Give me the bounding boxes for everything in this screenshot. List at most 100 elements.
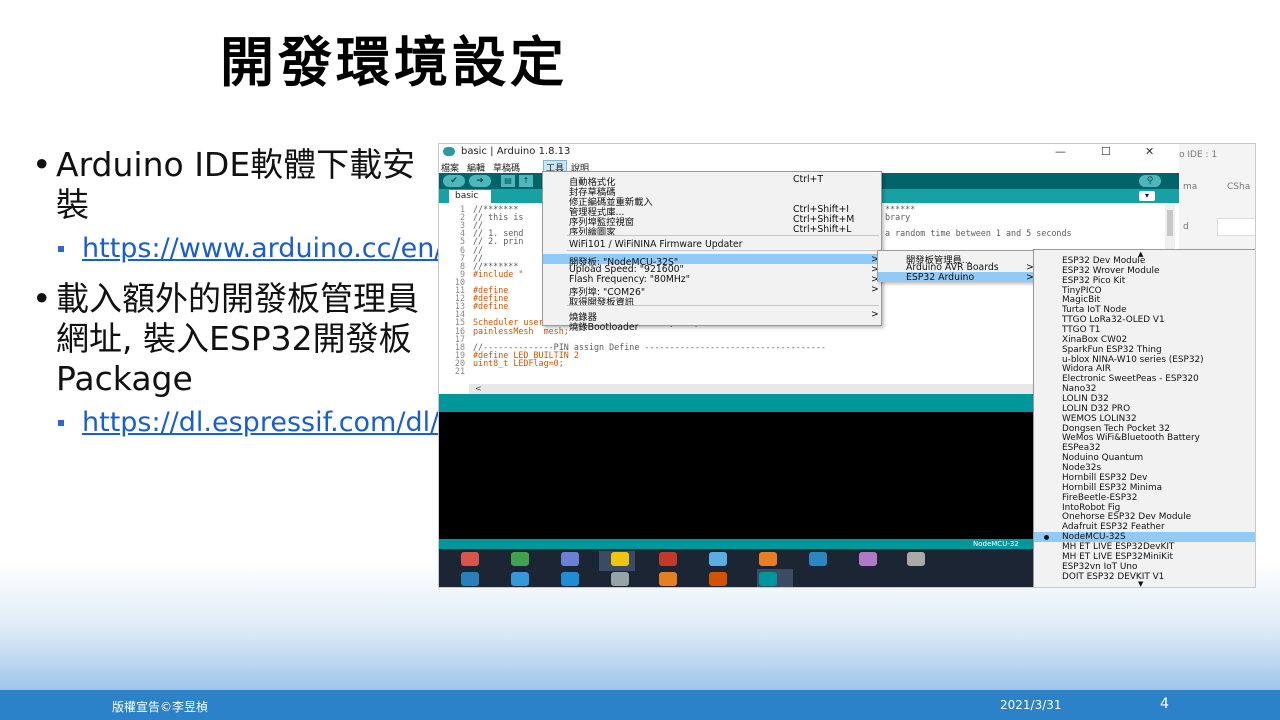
- tools-menu-item[interactable]: 封存草稿碼: [543, 184, 881, 198]
- scroll-left-icon[interactable]: <: [475, 384, 482, 393]
- board-option[interactable]: LOLIN D32: [1034, 394, 1255, 404]
- menu-separator: [567, 235, 879, 236]
- skype-icon[interactable]: [561, 572, 579, 586]
- board-submenu-item[interactable]: Arduino AVR Boards >: [878, 262, 1036, 273]
- maximize-button[interactable]: ☐: [1101, 145, 1111, 158]
- tools-menu-item[interactable]: 序列埠: "COM26" >: [543, 284, 881, 298]
- board-option[interactable]: ESP32vn IoT Uno: [1034, 562, 1255, 572]
- board-option-label: Noduino Quantum: [1062, 453, 1144, 464]
- board-option-label: Widora AIR: [1062, 364, 1111, 375]
- board-option[interactable]: ESP32 Dev Module: [1034, 256, 1255, 266]
- board-option[interactable]: WeMos WiFi&Bluetooth Battery: [1034, 433, 1255, 443]
- app-icon-5[interactable]: [659, 552, 677, 566]
- status-board: NodeMCU-32: [973, 540, 1019, 548]
- code-line: #include ": [473, 268, 524, 279]
- board-option[interactable]: Widora AIR: [1034, 364, 1255, 375]
- selected-radio-icon: [1044, 535, 1049, 541]
- app-icon-8[interactable]: [809, 552, 827, 566]
- open-icon[interactable]: ↑: [519, 175, 533, 187]
- app-icon-14[interactable]: [611, 572, 629, 586]
- tools-menu-item[interactable]: 管理程式庫... Ctrl+Shift+I: [543, 204, 881, 218]
- minimize-button[interactable]: —: [1055, 145, 1066, 158]
- app-icon-7[interactable]: [759, 552, 777, 566]
- board-option-label: ESP32 Wrover Module: [1062, 265, 1160, 276]
- board-submenu-item[interactable]: 開發板管理員...: [878, 252, 1036, 266]
- tools-menu-item[interactable]: 自動格式化 Ctrl+T: [543, 174, 881, 188]
- board-option-label: MH ET LIVE ESP32MiniKit: [1062, 551, 1173, 562]
- new-icon[interactable]: ▤: [501, 175, 515, 187]
- scroll-down-icon[interactable]: ▼: [1034, 580, 1255, 587]
- board-option[interactable]: Turta IoT Node: [1034, 305, 1255, 315]
- board-option[interactable]: XinaBox CW02: [1034, 335, 1255, 345]
- board-option[interactable]: Adafruit ESP32 Feather: [1034, 522, 1255, 533]
- tools-menu-item[interactable]: 燒錄器 >: [543, 309, 881, 323]
- app-icon-10[interactable]: [907, 552, 925, 566]
- board-option[interactable]: MH ET LIVE ESP32MiniKit: [1034, 551, 1255, 562]
- tools-menu-item[interactable]: Upload Speed: "921600" >: [543, 264, 881, 275]
- board-option[interactable]: u-blox NINA-W10 series (ESP32): [1034, 354, 1255, 365]
- window-title: basic | Arduino 1.8.13: [461, 146, 571, 157]
- tab-basic[interactable]: basic: [449, 190, 491, 203]
- window-titlebar: basic | Arduino 1.8.13 — ☐ ✕: [439, 144, 1179, 160]
- board-option[interactable]: MagicBit: [1034, 295, 1255, 305]
- board-option[interactable]: TTGO LoRa32-OLED V1: [1034, 315, 1255, 325]
- board-option-label: u-blox NINA-W10 series (ESP32): [1062, 354, 1204, 365]
- tools-menu: 自動格式化 Ctrl+T 封存草稿碼 修正編碼並重新載入 管理程式庫... Ctrl+Sh…: [542, 171, 882, 333]
- app-icon-1[interactable]: [461, 552, 479, 566]
- tools-menu-item[interactable]: 取得開發板資訊: [543, 294, 881, 308]
- tools-menu-item[interactable]: 序列埠監控視窗 Ctrl+Shift+M: [543, 214, 881, 228]
- upload-icon[interactable]: ➜: [469, 175, 491, 187]
- close-button[interactable]: ✕: [1145, 145, 1154, 158]
- app-icon-3[interactable]: [561, 552, 579, 566]
- app-icon-9[interactable]: [859, 552, 877, 566]
- board-option[interactable]: ESP32 Pico Kit: [1034, 275, 1255, 286]
- app-icon-12[interactable]: [511, 572, 529, 586]
- board-option-label: WEMOS LOLIN32: [1062, 413, 1137, 424]
- board-option-label: TTGO T1: [1062, 325, 1101, 336]
- board-option[interactable]: IntoRobot Fig: [1034, 503, 1255, 513]
- board-submenu-item[interactable]: ESP32 Arduino >: [878, 272, 1036, 283]
- tools-menu-item[interactable]: WiFi101 / WiFiNINA Firmware Updater: [543, 239, 881, 250]
- tools-menu-item[interactable]: Flash Frequency: "80MHz" >: [543, 274, 881, 285]
- board-option-label: ESP32 Pico Kit: [1062, 275, 1126, 286]
- tools-menu-item[interactable]: 修正編碼並重新載入: [543, 194, 881, 208]
- board-option[interactable]: Node32s: [1034, 463, 1255, 473]
- powerpoint-icon[interactable]: [709, 572, 727, 586]
- board-option-label: ESPea32: [1062, 443, 1101, 454]
- menu-item-label: ESP32 Arduino: [906, 272, 975, 283]
- board-option[interactable]: Hornbill ESP32 Dev: [1034, 473, 1255, 483]
- board-option-label: Adafruit ESP32 Feather: [1062, 522, 1165, 533]
- tab-menu-icon[interactable]: ▾: [1139, 191, 1155, 201]
- tools-menu-item[interactable]: 序列繪圖家 Ctrl+Shift+L: [543, 224, 881, 238]
- app-icon-2[interactable]: [511, 552, 529, 566]
- board-option[interactable]: Nano32: [1034, 384, 1255, 394]
- tools-menu-item[interactable]: 燒錄Bootloader: [543, 319, 881, 333]
- board-option[interactable]: ESP32 Wrover Module: [1034, 265, 1255, 276]
- serial-monitor-icon[interactable]: ⚲: [1139, 175, 1161, 187]
- board-option-label: TinyPICO: [1062, 285, 1102, 296]
- app-icon-6[interactable]: [709, 552, 727, 566]
- app-icon-4[interactable]: [611, 552, 629, 566]
- board-option[interactable]: NodeMCU-32S: [1034, 532, 1255, 543]
- board-option[interactable]: Noduino Quantum: [1034, 453, 1255, 464]
- arduino-taskbar-icon[interactable]: [759, 572, 777, 586]
- board-option[interactable]: Electronic SweetPeas - ESP320: [1034, 374, 1255, 384]
- board-option[interactable]: SparkFun ESP32 Thing: [1034, 345, 1255, 355]
- menu-separator: [567, 305, 879, 306]
- app-icon-15[interactable]: [659, 572, 677, 586]
- board-option[interactable]: Dongsen Tech Pocket 32: [1034, 424, 1255, 434]
- board-option[interactable]: MH ET LIVE ESP32DevKIT: [1034, 542, 1255, 552]
- board-option[interactable]: TTGO T1: [1034, 325, 1255, 336]
- vscode-icon[interactable]: [461, 572, 479, 586]
- board-option[interactable]: TinyPICO: [1034, 285, 1255, 296]
- footer-date: 2021/3/31: [1000, 698, 1062, 712]
- board-option[interactable]: Hornbill ESP32 Minima: [1034, 483, 1255, 493]
- board-option[interactable]: FireBeetle-ESP32: [1034, 493, 1255, 503]
- board-option[interactable]: Onehorse ESP32 Dev Module: [1034, 512, 1255, 522]
- board-option[interactable]: WEMOS LOLIN32: [1034, 413, 1255, 424]
- tools-menu-item[interactable]: 開發板: "NodeMCU-32S" >: [543, 254, 881, 268]
- verify-icon[interactable]: ✔: [443, 175, 465, 187]
- board-option[interactable]: ESPea32: [1034, 443, 1255, 454]
- code-line: #define: [473, 301, 509, 312]
- board-option[interactable]: LOLIN D32 PRO: [1034, 404, 1255, 414]
